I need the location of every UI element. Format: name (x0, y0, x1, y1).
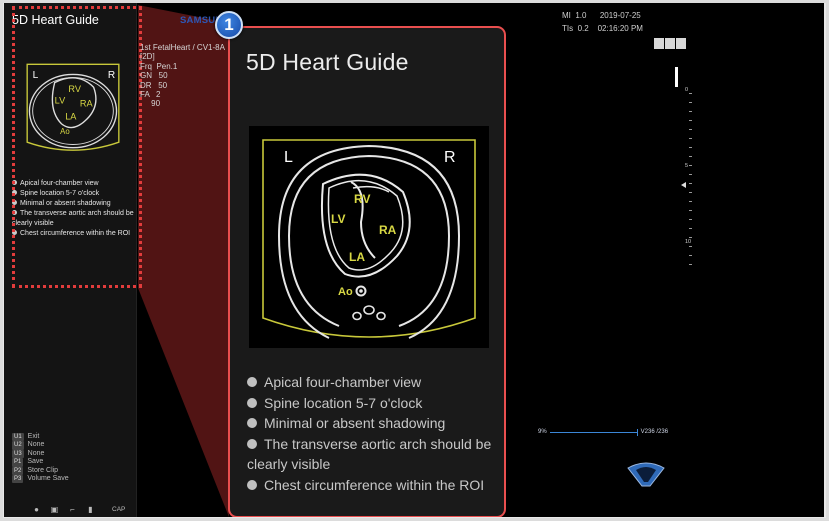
rv-label: RV (354, 192, 370, 206)
cine-bar[interactable]: 9% V236 /236 (538, 428, 669, 436)
ao-label: Ao (338, 286, 353, 298)
ultrasound-screen: 5D Heart Guide L R RV LV RA LA Ao Apical… (4, 3, 824, 517)
circle-icon: ● (34, 505, 39, 514)
guide-callout-panel: 5D Heart Guide L R RV LV RA LA Ao Apical… (228, 26, 506, 517)
highlight-frame (12, 6, 142, 288)
camera-icon[interactable] (665, 38, 675, 49)
probe-orientation-icon (627, 462, 665, 487)
cine-track[interactable] (549, 428, 638, 436)
guide-bullet: Chest circumference within the ROI (247, 475, 493, 496)
acoustic-output-info: MI 1.0 2019-07-25 TIs 0.2 02:16:20 PM (562, 9, 643, 35)
monitor-icon: ▣ (50, 505, 59, 514)
la-label: LA (349, 250, 365, 264)
cine-start: 9% (538, 429, 547, 435)
cap-label: CAP (112, 506, 126, 513)
softkey-list: U1 Exit U2 None U3 None P1 Save P2 Store Clip… (12, 433, 69, 484)
guide-bullet: Apical four-chamber view (247, 372, 493, 393)
heart-diagram: L R RV LV RA LA Ao (249, 126, 489, 348)
depth-scale-bar (675, 67, 678, 87)
ra-label: RA (379, 223, 397, 237)
guide-bullet: Minimal or absent shadowing (247, 413, 493, 434)
softkey-exit[interactable]: U1 Exit (12, 433, 69, 442)
diagram-left-label: L (284, 149, 293, 166)
mi-label: MI (562, 11, 571, 20)
softkey-volume-save[interactable]: P3 Volume Save (12, 475, 69, 484)
depth-ticks (689, 93, 692, 273)
exam-date: 2019-07-25 (599, 11, 641, 20)
pointer-icon: ⌐ (70, 505, 75, 514)
print-icon[interactable] (676, 38, 686, 49)
cine-end: V236 /236 (640, 429, 669, 435)
toolbar-icons (654, 38, 686, 49)
guide-bullet: Spine location 5-7 o'clock (247, 393, 493, 414)
mi-value: 1.0 (575, 11, 587, 20)
softkey-none-1[interactable]: U2 None (12, 441, 69, 450)
guide-bullet: The transverse aortic arch should be cle… (247, 435, 492, 472)
preset-info: 1st FetalHeart / CV1-8A [2D] Frq Pen.1 G… (140, 43, 225, 109)
lv-label: LV (331, 212, 345, 226)
callout-number-badge: 1 (215, 11, 243, 39)
status-icons: ● ▣ ⌐ ▮ CAP (32, 505, 125, 514)
scale-mark-mid: 5 (685, 163, 689, 169)
focus-marker-icon[interactable] (681, 182, 686, 188)
softkey-save[interactable]: P1 Save (12, 458, 69, 467)
image-icon[interactable] (654, 38, 664, 49)
battery-icon: ▮ (88, 505, 93, 514)
tis-label: TIs (562, 24, 574, 33)
exam-time: 02:16:20 PM (597, 24, 643, 33)
softkey-none-2[interactable]: U3 None (12, 449, 69, 459)
tis-value: 0.2 (577, 24, 589, 33)
guide-title: 5D Heart Guide (246, 49, 409, 75)
scale-mark-top: 0 (685, 87, 689, 93)
softkey-store-clip[interactable]: P2 Store Clip (12, 466, 69, 476)
guide-bullets: Apical four-chamber view Spine location … (247, 372, 493, 495)
diagram-right-label: R (444, 149, 456, 166)
